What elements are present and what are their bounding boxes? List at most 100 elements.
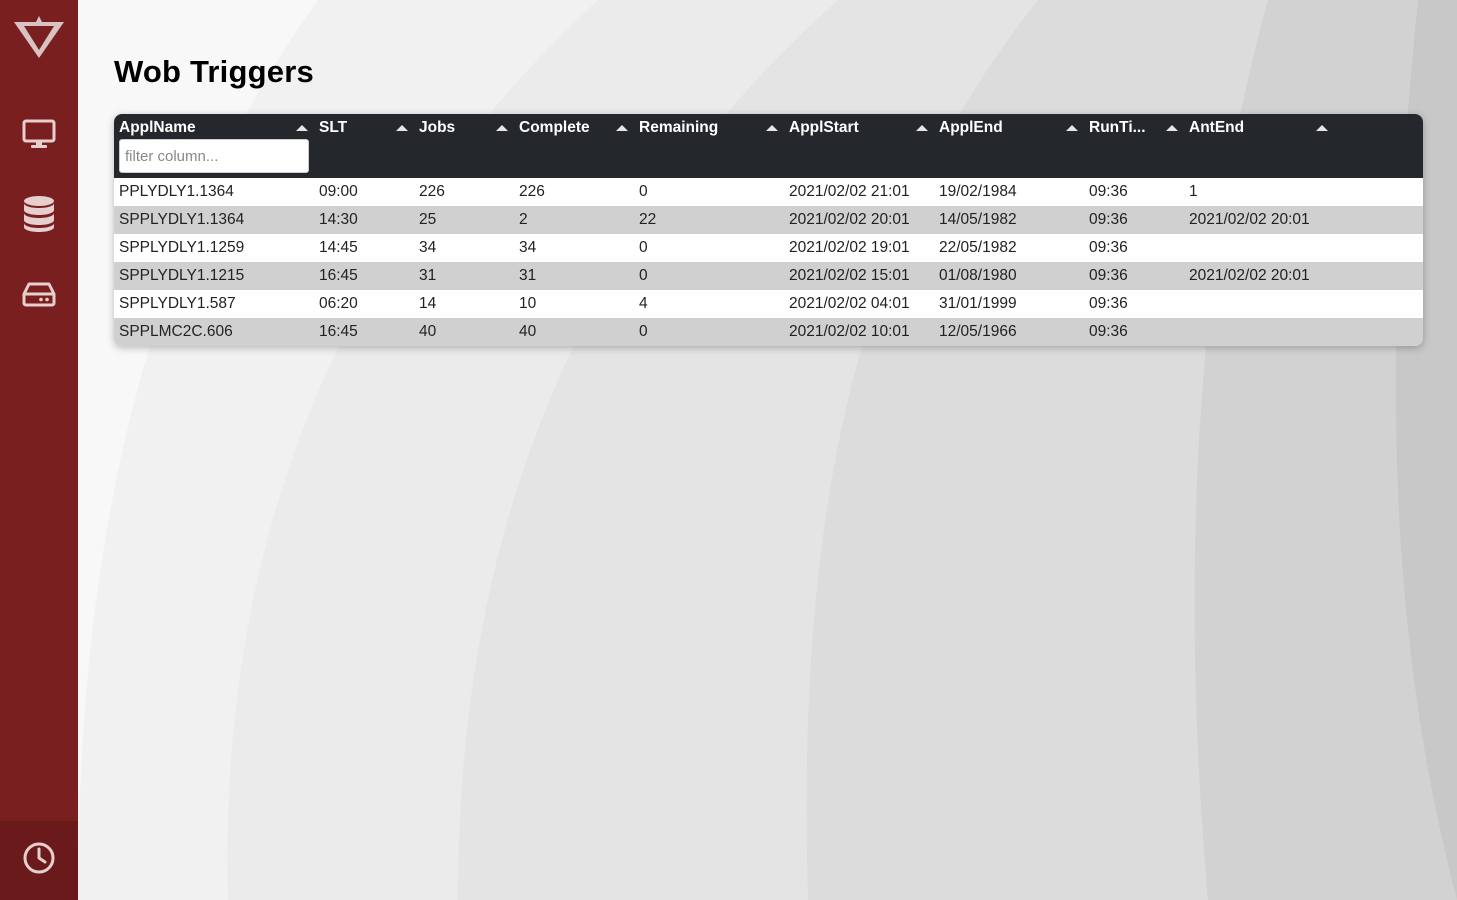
- cell-remaining: 0: [639, 183, 648, 200]
- cell-complete: 226: [519, 183, 545, 200]
- page-title: Wob Triggers: [114, 54, 314, 89]
- cell-remaining: 22: [639, 211, 657, 228]
- cell-slt: 06:20: [319, 295, 358, 312]
- column-label: Remaining: [639, 119, 719, 136]
- cell-remaining: 0: [639, 323, 648, 340]
- cell-runtime: 09:36: [1089, 267, 1128, 284]
- column-header-complete[interactable]: Complete: [514, 114, 634, 178]
- filter-input-applname[interactable]: [119, 139, 309, 173]
- monitor-icon: [22, 119, 56, 149]
- sidebar-item-history[interactable]: [0, 821, 78, 900]
- table-header: ApplName SLT Jobs Complete Remaining: [114, 114, 1423, 178]
- logo-icon[interactable]: [14, 16, 64, 60]
- main-content: Wob Triggers ApplName SLT Jobs Complete …: [78, 0, 1457, 900]
- column-label: ApplEnd: [939, 119, 1003, 136]
- sidebar-item-monitor[interactable]: [0, 104, 78, 164]
- sidebar: [0, 0, 78, 900]
- table-row[interactable]: SPPLYDLY1.1215 16:45 31 31 0 2021/02/02 …: [114, 262, 1423, 290]
- hard-drive-icon: [22, 281, 56, 307]
- cell-slt: 14:30: [319, 211, 358, 228]
- cell-applname: PPLYDLY1.1364: [119, 183, 234, 200]
- column-header-slt[interactable]: SLT: [314, 114, 414, 178]
- column-header-applend[interactable]: ApplEnd: [934, 114, 1084, 178]
- cell-applstart: 2021/02/02 15:01: [789, 267, 910, 284]
- cell-applend: 22/05/1982: [939, 239, 1017, 256]
- cell-antend: 2021/02/02 20:01: [1189, 211, 1310, 228]
- cell-complete: 40: [519, 323, 537, 340]
- clock-icon: [22, 841, 56, 880]
- cell-remaining: 0: [639, 239, 648, 256]
- wob-triggers-table: ApplName SLT Jobs Complete Remaining: [114, 114, 1423, 346]
- cell-applstart: 2021/02/02 21:01: [789, 183, 910, 200]
- cell-applname: SPPLYDLY1.1215: [119, 267, 245, 284]
- cell-jobs: 34: [419, 239, 437, 256]
- cell-applname: SPPLYDLY1.1364: [119, 211, 245, 228]
- cell-runtime: 09:36: [1089, 323, 1128, 340]
- cell-applend: 19/02/1984: [939, 183, 1017, 200]
- sort-asc-icon[interactable]: [496, 125, 508, 131]
- database-icon: [22, 195, 56, 233]
- cell-antend: 1: [1189, 183, 1198, 200]
- sort-asc-icon[interactable]: [916, 125, 928, 131]
- cell-runtime: 09:36: [1089, 239, 1128, 256]
- cell-applstart: 2021/02/02 04:01: [789, 295, 910, 312]
- cell-slt: 14:45: [319, 239, 358, 256]
- table-row[interactable]: SPPLYDLY1.1364 14:30 25 2 22 2021/02/02 …: [114, 206, 1423, 234]
- cell-runtime: 09:36: [1089, 211, 1128, 228]
- cell-slt: 16:45: [319, 267, 358, 284]
- cell-slt: 09:00: [319, 183, 358, 200]
- column-label: SLT: [319, 119, 348, 136]
- cell-complete: 31: [519, 267, 537, 284]
- column-label: RunTi...: [1089, 119, 1146, 136]
- sort-asc-icon[interactable]: [616, 125, 628, 131]
- cell-applend: 31/01/1999: [939, 295, 1017, 312]
- cell-applname: SPPLYDLY1.1259: [119, 239, 245, 256]
- cell-jobs: 25: [419, 211, 437, 228]
- cell-remaining: 4: [639, 295, 648, 312]
- sort-asc-icon[interactable]: [396, 125, 408, 131]
- cell-applend: 01/08/1980: [939, 267, 1017, 284]
- column-label: ApplName: [119, 119, 196, 136]
- cell-complete: 10: [519, 295, 537, 312]
- table-row[interactable]: SPPLYDLY1.1259 14:45 34 34 0 2021/02/02 …: [114, 234, 1423, 262]
- cell-complete: 34: [519, 239, 537, 256]
- column-header-applname[interactable]: ApplName: [114, 114, 314, 178]
- cell-jobs: 14: [419, 295, 437, 312]
- cell-complete: 2: [519, 211, 528, 228]
- column-header-applstart[interactable]: ApplStart: [784, 114, 934, 178]
- sidebar-item-storage[interactable]: [0, 264, 78, 324]
- column-header-runtime[interactable]: RunTi...: [1084, 114, 1184, 178]
- cell-jobs: 226: [419, 183, 445, 200]
- cell-applstart: 2021/02/02 19:01: [789, 239, 910, 256]
- sort-asc-icon[interactable]: [1316, 125, 1328, 131]
- column-label: AntEnd: [1189, 119, 1245, 136]
- column-label: Complete: [519, 119, 590, 136]
- column-label: Jobs: [419, 119, 456, 136]
- cell-runtime: 09:36: [1089, 183, 1128, 200]
- column-header-remaining[interactable]: Remaining: [634, 114, 784, 178]
- sort-asc-icon[interactable]: [1166, 125, 1178, 131]
- cell-runtime: 09:36: [1089, 295, 1128, 312]
- cell-applname: SPPLYDLY1.587: [119, 295, 236, 312]
- sidebar-item-database[interactable]: [0, 184, 78, 244]
- cell-applstart: 2021/02/02 10:01: [789, 323, 910, 340]
- cell-slt: 16:45: [319, 323, 358, 340]
- sort-asc-icon[interactable]: [766, 125, 778, 131]
- cell-applname: SPPLMC2C.606: [119, 323, 233, 340]
- table-body: PPLYDLY1.1364 09:00 226 226 0 2021/02/02…: [114, 178, 1423, 346]
- sort-asc-icon[interactable]: [1066, 125, 1078, 131]
- cell-jobs: 40: [419, 323, 437, 340]
- table-row[interactable]: PPLYDLY1.1364 09:00 226 226 0 2021/02/02…: [114, 178, 1423, 206]
- column-header-antend[interactable]: AntEnd: [1184, 114, 1334, 178]
- sort-asc-icon[interactable]: [296, 125, 308, 131]
- cell-applend: 14/05/1982: [939, 211, 1017, 228]
- cell-remaining: 0: [639, 267, 648, 284]
- table-row[interactable]: SPPLMC2C.606 16:45 40 40 0 2021/02/02 10…: [114, 318, 1423, 346]
- column-header-jobs[interactable]: Jobs: [414, 114, 514, 178]
- cell-applend: 12/05/1966: [939, 323, 1017, 340]
- column-label: ApplStart: [789, 119, 859, 136]
- cell-antend: 2021/02/02 20:01: [1189, 267, 1310, 284]
- cell-jobs: 31: [419, 267, 437, 284]
- cell-applstart: 2021/02/02 20:01: [789, 211, 910, 228]
- table-row[interactable]: SPPLYDLY1.587 06:20 14 10 4 2021/02/02 0…: [114, 290, 1423, 318]
